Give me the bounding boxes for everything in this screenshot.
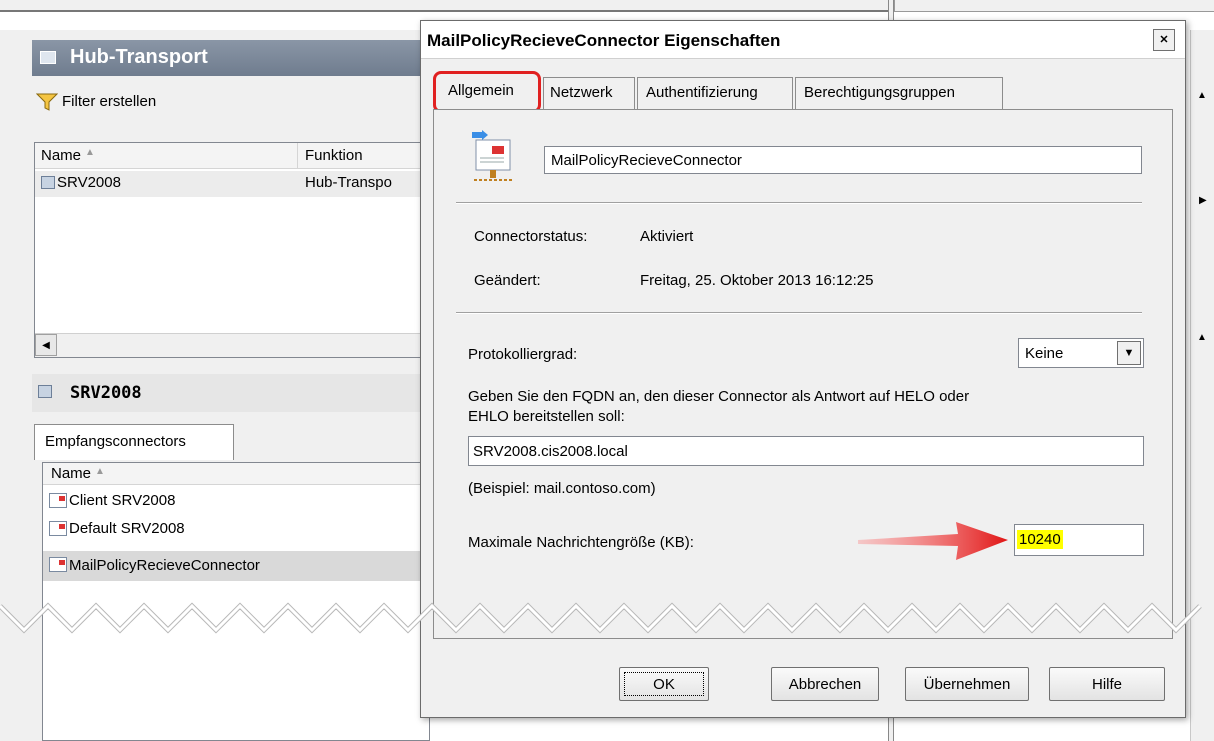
filter-label: Filter erstellen bbox=[62, 93, 157, 110]
tab-empfangsconnectors[interactable]: Empfangsconnectors bbox=[34, 424, 234, 460]
list-item[interactable]: Default SRV2008 bbox=[43, 517, 429, 543]
tab-label: Berechtigungsgruppen bbox=[804, 84, 955, 101]
server-name: SRV2008 bbox=[57, 174, 121, 191]
server-list-header: Name ▲ Funktion bbox=[35, 143, 429, 169]
connector-name: Default SRV2008 bbox=[69, 520, 185, 537]
expand-right-icon[interactable]: ▶ bbox=[1199, 195, 1207, 206]
dialog-title: MailPolicyRecieveConnector Eigenschaften bbox=[427, 31, 781, 50]
red-arrow-icon bbox=[858, 522, 1008, 560]
highlight-circle bbox=[433, 71, 541, 113]
tab-netzwerk[interactable]: Netzwerk bbox=[543, 77, 635, 109]
help-label: Hilfe bbox=[1091, 676, 1122, 693]
list-item[interactable]: Client SRV2008 bbox=[43, 489, 429, 515]
hub-transport-header: Hub-Transport bbox=[32, 40, 432, 76]
close-button[interactable]: ✕ bbox=[1153, 29, 1175, 51]
connector-list-header: Name ▲ bbox=[43, 463, 429, 485]
apply-button[interactable]: Übernehmen bbox=[905, 667, 1029, 701]
server-icon bbox=[38, 385, 52, 398]
close-icon: ✕ bbox=[1159, 34, 1169, 46]
connector-icon bbox=[49, 493, 67, 508]
separator bbox=[456, 312, 1142, 314]
funnel-icon bbox=[36, 93, 58, 111]
server-role: Hub-Transpo bbox=[305, 174, 392, 191]
help-button[interactable]: Hilfe bbox=[1049, 667, 1165, 701]
sort-up-icon: ▲ bbox=[95, 466, 105, 477]
connector-icon bbox=[49, 557, 67, 572]
server-icon bbox=[40, 51, 56, 64]
status-label: Connectorstatus: bbox=[474, 228, 588, 245]
ok-button[interactable]: OK bbox=[619, 667, 709, 701]
fqdn-example: (Beispiel: mail.contoso.com) bbox=[468, 480, 656, 497]
column-function[interactable]: Funktion bbox=[305, 147, 363, 164]
cancel-button[interactable]: Abbrechen bbox=[771, 667, 879, 701]
separator bbox=[456, 202, 1142, 204]
chevron-down-icon[interactable]: ▼ bbox=[1117, 341, 1141, 365]
tab-label: Empfangsconnectors bbox=[45, 433, 186, 450]
max-size-label: Maximale Nachrichtengröße (KB): bbox=[468, 534, 694, 551]
connector-name-value: MailPolicyRecieveConnector bbox=[551, 152, 742, 169]
tab-berechtigungsgruppen[interactable]: Berechtigungsgruppen bbox=[795, 77, 1003, 109]
ok-label: OK bbox=[653, 676, 675, 693]
filter-button[interactable]: Filter erstellen bbox=[36, 90, 236, 114]
sort-up-icon: ▲ bbox=[85, 147, 95, 158]
fqdn-value: SRV2008.cis2008.local bbox=[473, 443, 628, 460]
server-section-title: SRV2008 bbox=[70, 383, 142, 403]
tab-label: Authentifizierung bbox=[646, 84, 758, 101]
changed-value: Freitag, 25. Oktober 2013 16:12:25 bbox=[640, 272, 874, 289]
tab-strip: Allgemein Netzwerk Authentifizierung Ber… bbox=[437, 75, 1177, 109]
scroll-up-icon[interactable]: ▲ bbox=[1197, 332, 1207, 343]
connector-name: Client SRV2008 bbox=[69, 492, 176, 509]
tab-panel: MailPolicyRecieveConnector Connectorstat… bbox=[433, 109, 1173, 639]
server-list: Name ▲ Funktion SRV2008 Hub-Transpo ◀ bbox=[34, 142, 430, 358]
horizontal-scrollbar[interactable]: ◀ bbox=[35, 333, 429, 357]
hub-transport-title: Hub-Transport bbox=[70, 46, 208, 68]
apply-label: Übernehmen bbox=[923, 676, 1011, 693]
log-level-label: Protokolliergrad: bbox=[468, 346, 578, 363]
top-window-edge bbox=[0, 0, 890, 12]
max-size-input[interactable]: 10240 bbox=[1014, 524, 1144, 556]
list-item[interactable]: MailPolicyRecieveConnector bbox=[43, 551, 429, 581]
log-level-value: Keine bbox=[1025, 345, 1064, 362]
fqdn-input[interactable]: SRV2008.cis2008.local bbox=[468, 436, 1144, 466]
tab-label: Netzwerk bbox=[550, 84, 613, 101]
torn-edge bbox=[0, 602, 1202, 634]
server-section-header: SRV2008 bbox=[32, 374, 432, 412]
connector-icon bbox=[472, 130, 512, 181]
server-icon bbox=[41, 176, 55, 189]
cancel-label: Abbrechen bbox=[788, 676, 862, 693]
fqdn-description-line1: Geben Sie den FQDN an, den dieser Connec… bbox=[468, 388, 970, 405]
max-size-value: 10240 bbox=[1017, 530, 1063, 549]
table-row[interactable]: SRV2008 Hub-Transpo bbox=[35, 171, 429, 197]
status-value: Aktiviert bbox=[640, 228, 694, 245]
log-level-select[interactable]: Keine ▼ bbox=[1018, 338, 1144, 368]
scroll-up-icon[interactable]: ▲ bbox=[1197, 90, 1207, 101]
connector-icon bbox=[49, 521, 67, 536]
top-right-edge bbox=[894, 0, 1214, 12]
connector-name: MailPolicyRecieveConnector bbox=[69, 557, 260, 574]
column-divider bbox=[297, 143, 298, 169]
title-bar[interactable]: MailPolicyRecieveConnector Eigenschaften… bbox=[421, 21, 1185, 59]
connector-name-field[interactable]: MailPolicyRecieveConnector bbox=[544, 146, 1142, 174]
column-name[interactable]: Name bbox=[51, 465, 91, 482]
scroll-left-icon[interactable]: ◀ bbox=[35, 334, 57, 356]
changed-label: Geändert: bbox=[474, 272, 541, 289]
tab-authentifizierung[interactable]: Authentifizierung bbox=[637, 77, 793, 109]
column-name[interactable]: Name bbox=[41, 147, 81, 164]
fqdn-description-line2: EHLO bereitstellen soll: bbox=[468, 408, 625, 425]
